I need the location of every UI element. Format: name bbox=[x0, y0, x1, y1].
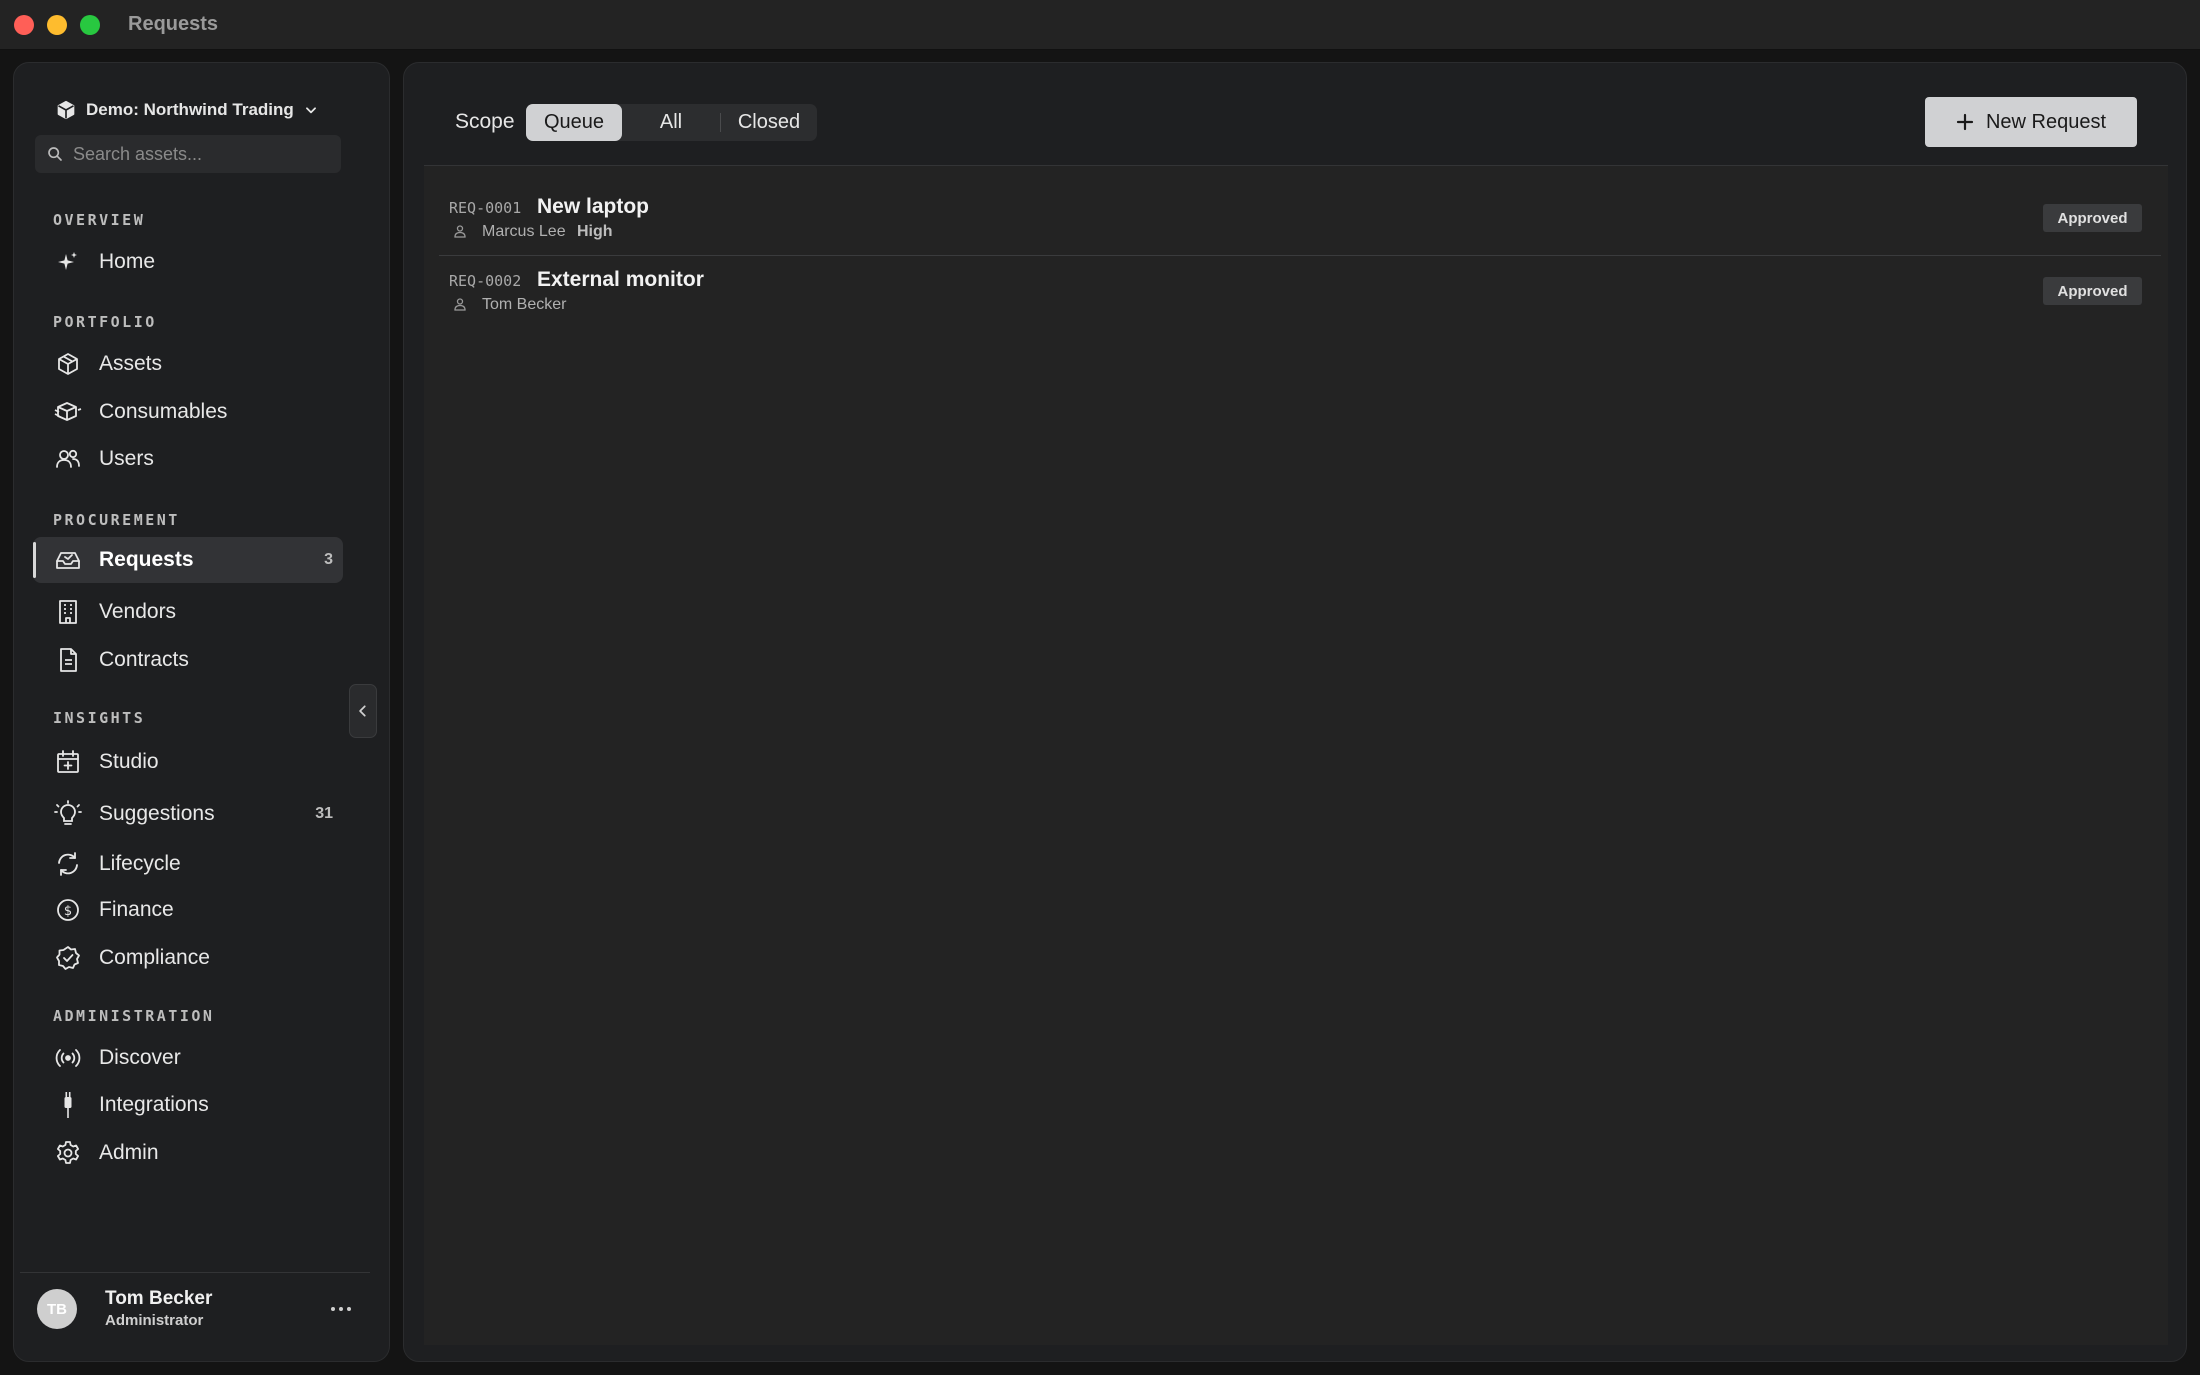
title-bar: Requests bbox=[0, 0, 2200, 50]
sidebar-item-compliance[interactable]: Compliance bbox=[33, 935, 343, 981]
section-label-portfolio: PORTFOLIO bbox=[53, 313, 157, 331]
scope-label: Scope bbox=[455, 110, 515, 133]
sidebar-item-studio[interactable]: Studio bbox=[33, 739, 343, 785]
user-role: Administrator bbox=[105, 1312, 204, 1329]
table-row[interactable]: REQ-0001 New laptop Marcus Lee High Appr… bbox=[424, 166, 2168, 240]
status-badge: Approved bbox=[2043, 204, 2142, 232]
sidebar-item-label: Users bbox=[99, 447, 154, 470]
plus-icon bbox=[1956, 113, 1974, 131]
boxes-icon bbox=[54, 398, 82, 426]
sidebar-item-lifecycle[interactable]: Lifecycle bbox=[33, 841, 343, 887]
inbox-icon bbox=[54, 546, 82, 574]
avatar[interactable]: TB bbox=[37, 1289, 77, 1329]
scope-selector: Queue All Closed bbox=[526, 104, 817, 141]
sidebar-item-label: Integrations bbox=[99, 1093, 209, 1116]
search-box bbox=[35, 135, 341, 173]
sidebar-item-label: Suggestions bbox=[99, 802, 215, 825]
window-title: Requests bbox=[128, 13, 219, 35]
sidebar-item-assets[interactable]: Assets bbox=[33, 341, 343, 387]
sidebar-item-users[interactable]: Users bbox=[33, 436, 343, 482]
plug-icon bbox=[54, 1091, 82, 1119]
table-row[interactable]: REQ-0002 External monitor Tom Becker App… bbox=[424, 239, 2168, 313]
sidebar-item-label: Contracts bbox=[99, 648, 189, 671]
user-name: Tom Becker bbox=[105, 1288, 213, 1309]
requests-count-badge: 3 bbox=[324, 551, 333, 568]
scope-tab-closed[interactable]: Closed bbox=[721, 104, 817, 141]
svg-text:$: $ bbox=[64, 904, 72, 919]
sidebar-item-label: Compliance bbox=[99, 946, 210, 969]
request-requester: Tom Becker bbox=[482, 296, 567, 313]
cube-icon bbox=[57, 100, 75, 120]
refresh-icon bbox=[54, 850, 82, 878]
sidebar-item-label: Discover bbox=[99, 1046, 181, 1069]
section-label-insights: INSIGHTS bbox=[53, 709, 146, 727]
sidebar-item-label: Lifecycle bbox=[99, 852, 181, 875]
request-title[interactable]: External monitor bbox=[537, 268, 704, 292]
close-window-button[interactable] bbox=[14, 14, 34, 35]
divider bbox=[20, 1272, 370, 1273]
gear-icon bbox=[54, 1139, 82, 1167]
new-request-label: New Request bbox=[1985, 110, 2107, 133]
request-id: REQ-0002 bbox=[449, 272, 522, 290]
scope-tab-queue[interactable]: Queue bbox=[526, 104, 622, 141]
section-label-overview: OVERVIEW bbox=[53, 211, 146, 229]
sidebar-item-contracts[interactable]: Contracts bbox=[33, 637, 343, 683]
calendar-plus-icon bbox=[54, 748, 82, 776]
sidebar-item-label: Home bbox=[99, 250, 156, 273]
badge-check-icon bbox=[54, 944, 82, 972]
sidebar-item-vendors[interactable]: Vendors bbox=[33, 589, 343, 635]
request-list: REQ-0001 New laptop Marcus Lee High Appr… bbox=[424, 165, 2168, 1345]
sidebar-item-discover[interactable]: Discover bbox=[33, 1035, 343, 1081]
suggestions-count-badge: 31 bbox=[315, 805, 333, 822]
user-icon bbox=[453, 297, 467, 311]
search-icon bbox=[48, 147, 62, 161]
sidebar-item-finance[interactable]: $ Finance bbox=[33, 887, 343, 933]
sidebar-item-label: Assets bbox=[99, 352, 163, 375]
workspace-name: Demo: Northwind Trading bbox=[86, 100, 294, 119]
sidebar-item-suggestions[interactable]: Suggestions 31 bbox=[33, 791, 343, 837]
sidebar-item-admin[interactable]: Admin bbox=[33, 1130, 343, 1176]
sidebar-item-label: Vendors bbox=[99, 600, 177, 623]
chevron-down-icon bbox=[305, 107, 316, 114]
cube-icon bbox=[54, 350, 82, 378]
maximize-window-button[interactable] bbox=[80, 14, 100, 35]
workspace-switcher[interactable]: Demo: Northwind Trading bbox=[56, 96, 318, 124]
sidebar-item-label: Studio bbox=[99, 750, 159, 773]
scope-tab-all[interactable]: All bbox=[622, 104, 720, 141]
users-icon bbox=[54, 445, 82, 473]
sidebar-item-label: Consumables bbox=[99, 400, 228, 423]
sidebar-item-home[interactable]: Home bbox=[33, 239, 343, 285]
minimize-window-button[interactable] bbox=[47, 14, 67, 35]
section-label-procurement: PROCUREMENT bbox=[53, 511, 180, 529]
section-label-administration: ADMINISTRATION bbox=[53, 1007, 215, 1025]
dollar-circle-icon: $ bbox=[54, 896, 82, 924]
sidebar-item-requests[interactable]: Requests 3 bbox=[33, 537, 343, 583]
request-title[interactable]: New laptop bbox=[537, 195, 649, 219]
sidebar-item-consumables[interactable]: Consumables bbox=[33, 389, 343, 435]
collapse-sidebar-button[interactable] bbox=[349, 684, 377, 738]
status-badge: Approved bbox=[2043, 277, 2142, 305]
sidebar-item-label: Admin bbox=[99, 1141, 159, 1164]
user-menu-button[interactable] bbox=[326, 1296, 356, 1322]
building-icon bbox=[54, 598, 82, 626]
chevron-left-icon bbox=[359, 705, 366, 717]
window-controls bbox=[14, 14, 100, 35]
search-input[interactable] bbox=[73, 143, 333, 165]
sidebar-item-integrations[interactable]: Integrations bbox=[33, 1082, 343, 1128]
user-icon bbox=[453, 224, 467, 238]
new-request-button[interactable]: New Request bbox=[1925, 97, 2137, 147]
radio-waves-icon bbox=[54, 1044, 82, 1072]
more-horizontal-icon bbox=[331, 1307, 351, 1311]
sparkle-icon bbox=[54, 248, 82, 276]
lightbulb-icon bbox=[54, 800, 82, 828]
request-id: REQ-0001 bbox=[449, 199, 522, 217]
sidebar-item-label: Finance bbox=[99, 898, 174, 921]
sidebar-item-label: Requests bbox=[99, 548, 194, 571]
document-icon bbox=[54, 646, 82, 674]
